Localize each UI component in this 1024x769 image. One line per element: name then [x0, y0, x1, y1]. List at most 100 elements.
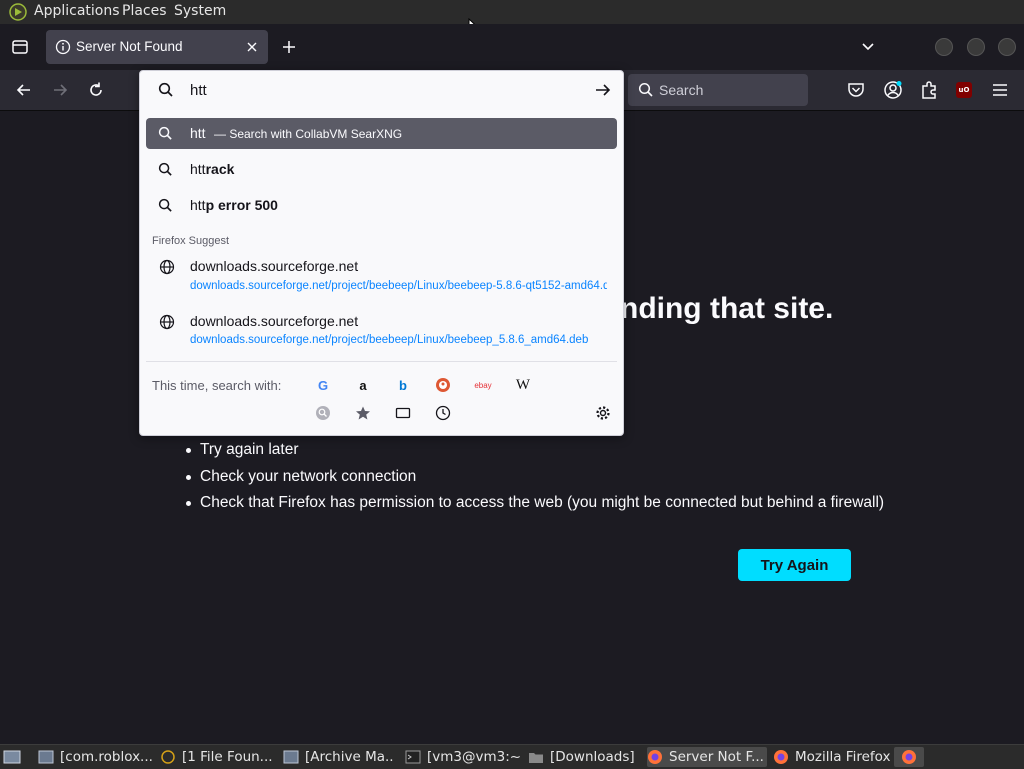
show-desktop-icon[interactable]: [3, 749, 21, 765]
bing-icon[interactable]: b: [393, 375, 413, 395]
globe-icon: [159, 314, 175, 330]
firefox-icon: [648, 750, 662, 764]
star-icon: [356, 406, 370, 420]
suggestion-row[interactable]: httrack: [146, 155, 617, 185]
history-suggestion-row[interactable]: downloads.sourceforge.net downloads.sour…: [146, 253, 617, 297]
typed-part: htt: [190, 161, 206, 177]
taskbar-item-label: [com.roblox...: [60, 749, 153, 765]
duckduckgo-icon[interactable]: [433, 375, 453, 395]
back-arrow-icon: [16, 84, 30, 96]
suggestion-list: Try again later Check your network conne…: [186, 440, 884, 520]
amazon-icon[interactable]: a: [353, 375, 373, 395]
forward-arrow-icon: [54, 84, 68, 96]
pocket-icon[interactable]: [847, 81, 865, 99]
tab-server-not-found[interactable]: Server Not Found: [46, 30, 268, 64]
urlbar-dropdown: htt htt — Search with CollabVM SearXNG h…: [139, 70, 624, 436]
window-maximize-button[interactable]: [967, 38, 985, 56]
taskbar-item-label: [Downloads]: [550, 749, 635, 765]
suggestion-item: Try again later: [186, 440, 884, 467]
suggestion-search-engine-row[interactable]: htt — Search with CollabVM SearXNG: [146, 118, 617, 149]
ebay-icon[interactable]: ebay: [473, 375, 493, 395]
reload-icon: [90, 82, 102, 96]
suggestion-text: httrack: [190, 161, 234, 177]
taskbar-item-active[interactable]: Server Not F...: [647, 747, 767, 767]
search-with-label: This time, search with:: [152, 378, 282, 393]
suggestion-title: downloads.sourceforge.net: [190, 258, 359, 274]
completion-part: p error 500: [205, 197, 278, 213]
new-tab-icon[interactable]: [281, 39, 297, 55]
info-icon: [55, 39, 71, 55]
forward-button[interactable]: [46, 76, 74, 104]
window-close-button[interactable]: [998, 38, 1016, 56]
ublock-origin-icon[interactable]: uO: [956, 82, 972, 98]
search-engine-search-icon[interactable]: [313, 403, 333, 423]
firefox-icon: [902, 750, 916, 764]
workspace-switcher[interactable]: [894, 747, 924, 767]
completion-part: rack: [205, 161, 235, 177]
suggestion-text: http error 500: [190, 197, 278, 213]
search-tool-icon: [161, 750, 175, 764]
search-icon: [638, 82, 653, 97]
suggestion-item: Check that Firefox has permission to acc…: [186, 493, 884, 520]
back-button[interactable]: [10, 76, 38, 104]
search-icon: [158, 82, 173, 97]
window-minimize-button[interactable]: [935, 38, 953, 56]
folder-icon: [529, 753, 543, 763]
suggestion-title: downloads.sourceforge.net: [190, 313, 359, 329]
taskbar-item[interactable]: [com.roblox...: [38, 747, 154, 767]
suggestion-url: downloads.sourceforge.net/project/beebee…: [190, 280, 607, 292]
google-icon[interactable]: G: [313, 375, 333, 395]
tab-rect-icon: [395, 407, 411, 419]
menu-places[interactable]: Places: [122, 3, 167, 19]
taskbar-item-label: Mozilla Firefox: [795, 749, 891, 765]
duckduckgo-logo-icon: [436, 378, 450, 392]
tab-title: Server Not Found: [76, 39, 183, 54]
clock-icon: [435, 405, 451, 421]
firefox-view-icon[interactable]: [11, 38, 29, 56]
taskbar-item-label: [1 File Foun...: [182, 749, 273, 765]
tabs-icon[interactable]: [393, 403, 413, 423]
search-icon: [158, 162, 172, 176]
menu-system[interactable]: System: [174, 3, 226, 19]
taskbar-item[interactable]: [Archive Ma...: [283, 747, 395, 767]
wikipedia-icon[interactable]: W: [513, 375, 533, 395]
menu-applications[interactable]: Applications: [34, 3, 120, 19]
taskbar-item[interactable]: [1 File Foun...: [160, 747, 274, 767]
archive-manager-icon: [283, 750, 299, 764]
suggestion-item: Check your network connection: [186, 467, 884, 494]
distro-logo-icon[interactable]: [9, 3, 27, 21]
extensions-puzzle-icon[interactable]: [919, 80, 939, 100]
taskbar-item-label: [Archive Ma...: [305, 749, 395, 765]
taskbar-item[interactable]: [vm3@vm3:~]: [405, 747, 521, 767]
close-tab-icon[interactable]: [245, 40, 259, 54]
search-settings-gear-icon[interactable]: [593, 403, 613, 423]
go-arrow-icon[interactable]: [594, 82, 612, 98]
taskbar-item-label: Server Not F...: [669, 749, 764, 765]
history-clock-icon[interactable]: [433, 403, 453, 423]
suggestion-action: — Search with CollabVM SearXNG: [214, 127, 403, 141]
account-icon[interactable]: [883, 80, 903, 100]
search-icon: [158, 198, 172, 212]
bookmarks-star-icon[interactable]: [353, 403, 373, 423]
urlbar-input[interactable]: htt: [190, 82, 207, 99]
system-panel: Applications Places System: [0, 0, 1024, 36]
taskbar: [com.roblox... [1 File Foun... [Archive …: [0, 744, 1024, 769]
taskbar-item[interactable]: Mozilla Firefox: [773, 747, 891, 767]
suggestion-text: htt: [190, 125, 206, 141]
error-heading: nding that site.: [620, 292, 834, 325]
firefox-icon: [774, 750, 788, 764]
reload-button[interactable]: [82, 76, 110, 104]
hamburger-menu-icon[interactable]: [991, 82, 1009, 98]
try-again-button[interactable]: Try Again: [738, 549, 851, 581]
search-bar[interactable]: Search: [628, 74, 808, 106]
taskbar-item[interactable]: [Downloads]: [528, 747, 640, 767]
globe-icon: [159, 259, 175, 275]
terminal-icon: [405, 750, 421, 764]
section-label: Firefox Suggest: [152, 235, 230, 247]
list-all-tabs-icon[interactable]: [860, 40, 876, 54]
history-suggestion-row[interactable]: downloads.sourceforge.net downloads.sour…: [146, 308, 617, 352]
typed-part: htt: [190, 197, 206, 213]
search-icon: [158, 126, 172, 140]
suggestion-row[interactable]: http error 500: [146, 191, 617, 221]
window-app-icon: [38, 750, 54, 764]
